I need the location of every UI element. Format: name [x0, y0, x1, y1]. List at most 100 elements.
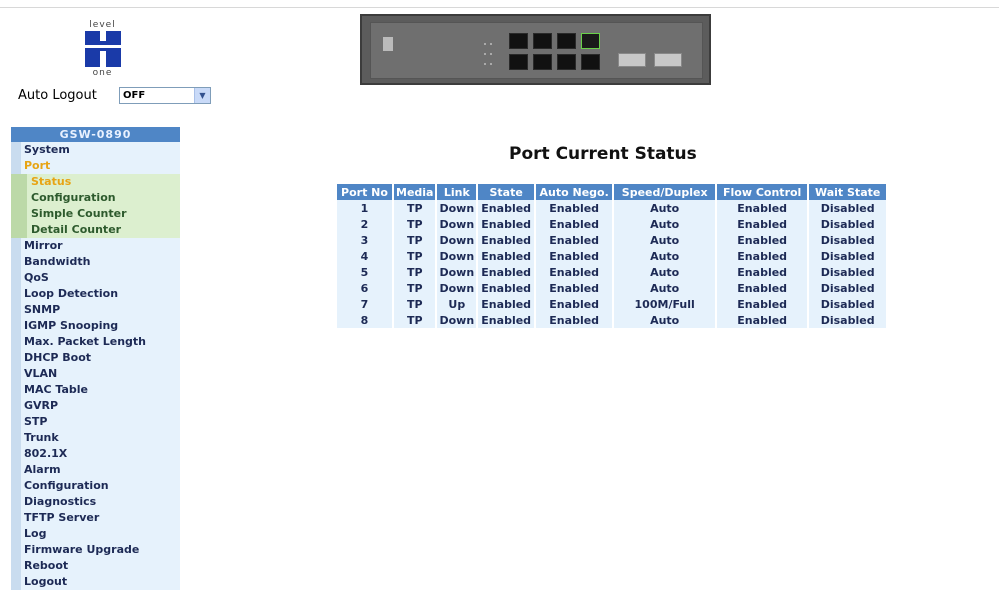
sidebar-item-dhcp-boot[interactable]: DHCP Boot: [11, 350, 180, 366]
table-cell: Enabled: [478, 200, 535, 216]
sidebar-menu: GSW-0890 System Port Status Configuration Si…: [11, 127, 180, 590]
logo-top-text: level: [89, 20, 116, 30]
table-cell: Enabled: [717, 264, 808, 280]
sidebar-item-configuration[interactable]: Configuration: [11, 478, 180, 494]
switch-front-panel-image: [360, 14, 711, 85]
table-cell: Down: [437, 232, 477, 248]
table-cell: Enabled: [536, 264, 613, 280]
auto-logout: Auto Logout OFF ▼: [18, 87, 211, 104]
table-cell: Enabled: [478, 296, 535, 312]
table-cell: Down: [437, 264, 477, 280]
table-cell: Disabled: [809, 232, 887, 248]
column-header: Flow Control: [717, 184, 808, 200]
sidebar-item-stp[interactable]: STP: [11, 414, 180, 430]
table-cell: Enabled: [536, 216, 613, 232]
table-row: 7 TP Up Enabled Enabled 100M/Full Enabled Disab…: [337, 296, 887, 312]
port-6-jack: [557, 54, 576, 70]
table-cell: Enabled: [717, 280, 808, 296]
column-header: Auto Nego.: [536, 184, 613, 200]
sidebar-item-tftp-server[interactable]: TFTP Server: [11, 510, 180, 526]
sidebar-item-loop-detection[interactable]: Loop Detection: [11, 286, 180, 302]
sidebar-item-802-1x[interactable]: 802.1X: [11, 446, 180, 462]
table-cell: 7: [337, 296, 392, 312]
sfp-slot-2: [654, 53, 682, 67]
sidebar-item-trunk[interactable]: Trunk: [11, 430, 180, 446]
top-divider: [0, 7, 999, 8]
table-cell: Disabled: [809, 312, 887, 328]
table-row: 8 TP Down Enabled Enabled Auto Enabled Disabled: [337, 312, 887, 328]
sidebar-item-snmp[interactable]: SNMP: [11, 302, 180, 318]
table-cell: Auto: [614, 280, 716, 296]
table-cell: Enabled: [478, 232, 535, 248]
table-cell: Down: [437, 216, 477, 232]
port-status-table: Port No Media Link State Auto Nego. Speed/Dup…: [335, 184, 888, 328]
sidebar-item-simple-counter[interactable]: Simple Counter: [11, 206, 180, 222]
table-cell: Disabled: [809, 216, 887, 232]
sidebar-item-gvrp[interactable]: GVRP: [11, 398, 180, 414]
sidebar-item-port[interactable]: Port: [11, 158, 180, 174]
table-cell: 5: [337, 264, 392, 280]
sfp-slot-1: [618, 53, 646, 67]
table-header-row: Port No Media Link State Auto Nego. Speed/Dup…: [337, 184, 887, 200]
table-cell: Auto: [614, 200, 716, 216]
port-3-jack: [533, 33, 552, 49]
sidebar-item-firmware-upgrade[interactable]: Firmware Upgrade: [11, 542, 180, 558]
table-cell: Enabled: [536, 248, 613, 264]
column-header: State: [478, 184, 535, 200]
sidebar-item-mac-table[interactable]: MAC Table: [11, 382, 180, 398]
table-cell: Disabled: [809, 280, 887, 296]
table-cell: Enabled: [478, 312, 535, 328]
table-cell: Down: [437, 200, 477, 216]
table-cell: TP: [394, 264, 436, 280]
auto-logout-value: OFF: [123, 90, 146, 101]
auto-logout-select[interactable]: OFF ▼: [119, 87, 211, 104]
table-cell: Enabled: [478, 264, 535, 280]
sidebar-item-detail-counter[interactable]: Detail Counter: [11, 222, 180, 238]
table-row: 6 TP Down Enabled Enabled Auto Enabled Disabled: [337, 280, 887, 296]
sidebar-item-mirror[interactable]: Mirror: [11, 238, 180, 254]
table-cell: Down: [437, 312, 477, 328]
table-cell: TP: [394, 232, 436, 248]
sidebar-item-configuration[interactable]: Configuration: [11, 190, 180, 206]
sidebar-item-status[interactable]: Status: [11, 174, 180, 190]
table-cell: TP: [394, 216, 436, 232]
sidebar-item-qos[interactable]: QoS: [11, 270, 180, 286]
table-cell: Enabled: [536, 232, 613, 248]
table-row: 2 TP Down Enabled Enabled Auto Enabled Disabled: [337, 216, 887, 232]
sidebar-item-log[interactable]: Log: [11, 526, 180, 542]
menu-header: GSW-0890: [11, 127, 180, 142]
sidebar-item-diagnostics[interactable]: Diagnostics: [11, 494, 180, 510]
table-cell: Auto: [614, 216, 716, 232]
column-header: Link: [437, 184, 477, 200]
sidebar-item-igmp-snooping[interactable]: IGMP Snooping: [11, 318, 180, 334]
table-cell: Enabled: [717, 232, 808, 248]
table-cell: TP: [394, 200, 436, 216]
levelone-logo: level one: [75, 20, 130, 84]
table-cell: Auto: [614, 264, 716, 280]
table-cell: TP: [394, 312, 436, 328]
port-5-jack: [557, 33, 576, 49]
table-cell: Down: [437, 248, 477, 264]
table-cell: 100M/Full: [614, 296, 716, 312]
sidebar-item-reboot[interactable]: Reboot: [11, 558, 180, 574]
table-cell: Enabled: [536, 312, 613, 328]
sidebar-item-bandwidth[interactable]: Bandwidth: [11, 254, 180, 270]
sidebar-item-max-packet-length[interactable]: Max. Packet Length: [11, 334, 180, 350]
logo-bottom-text: one: [92, 68, 113, 78]
sidebar-item-logout[interactable]: Logout: [11, 574, 180, 590]
table-cell: Enabled: [717, 216, 808, 232]
sidebar-item-alarm[interactable]: Alarm: [11, 462, 180, 478]
sidebar-item-system[interactable]: System: [11, 142, 180, 158]
sidebar-item-vlan[interactable]: VLAN: [11, 366, 180, 382]
column-header: Wait State: [809, 184, 887, 200]
column-header: Port No: [337, 184, 392, 200]
table-cell: Disabled: [809, 296, 887, 312]
table-cell: Auto: [614, 248, 716, 264]
chevron-down-icon[interactable]: ▼: [194, 88, 210, 103]
table-cell: 2: [337, 216, 392, 232]
table-cell: Enabled: [478, 216, 535, 232]
table-cell: 8: [337, 312, 392, 328]
table-cell: Enabled: [717, 312, 808, 328]
table-cell: Enabled: [536, 280, 613, 296]
table-cell: Disabled: [809, 264, 887, 280]
